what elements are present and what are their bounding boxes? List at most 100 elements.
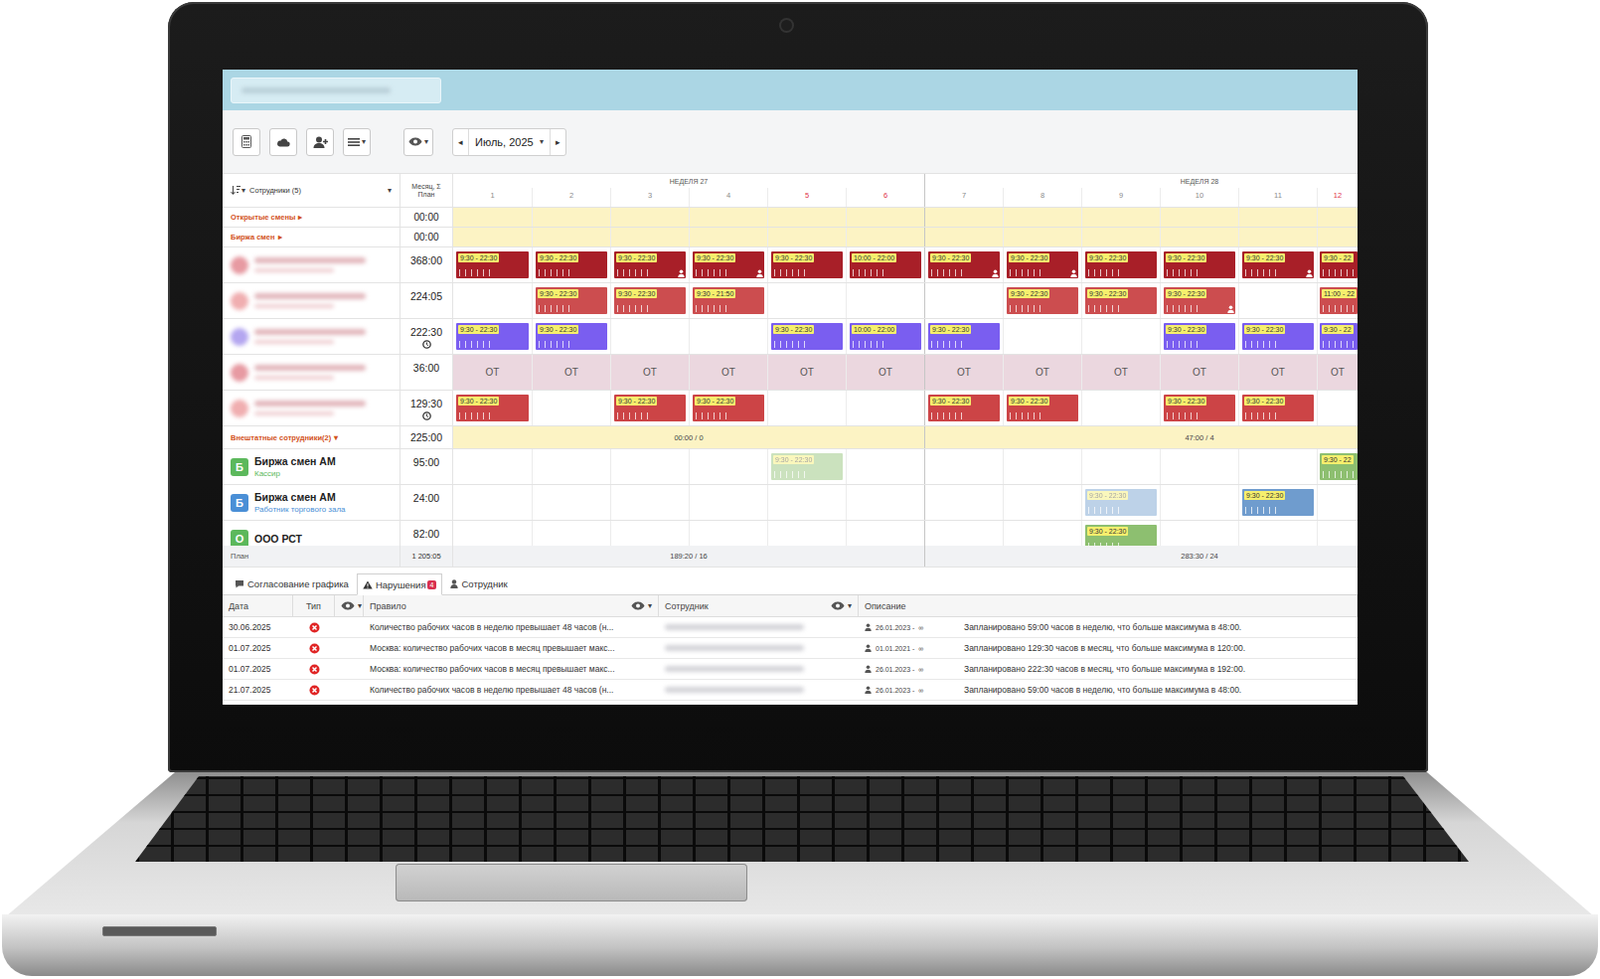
list-menu-button[interactable]: ▾ [342,128,371,157]
expand-arrow[interactable]: ▸ [278,232,283,242]
table-row[interactable]: 01.07.2025Москва: количество рабочих час… [222,658,1358,680]
shift[interactable]: 9:30 - 22:30 [614,394,686,422]
shift[interactable]: 9:30 - 22:30 [1006,287,1079,315]
column-visibility-button[interactable]: ▾ [334,595,364,617]
webcam [781,19,793,31]
view-menu-button[interactable]: ▾ [403,128,434,157]
blurred-employee-name [254,364,366,380]
day-number: 11 [1239,187,1317,204]
shift[interactable]: 9:30 - 22:30 [1006,251,1079,279]
shift[interactable]: 9:30 - 22:30 [1242,394,1314,422]
shift[interactable]: 9:30 - 22 [1319,251,1358,279]
column-header[interactable]: Описание [858,595,1358,617]
employees-filter-label[interactable]: Сотрудники (5) [249,185,384,195]
tab[interactable]: Сотрудник [444,572,513,595]
add-employee-button[interactable] [306,128,334,157]
shift[interactable]: 9:30 - 22:30 [1242,251,1314,279]
shift[interactable]: 9:30 - 22:30 [535,322,608,350]
shift[interactable]: 9:30 - 22:30 [614,287,686,315]
group-title[interactable]: Внештатные сотрудники(2) [230,433,331,443]
shift[interactable]: 9:30 - 22:30 [928,251,1000,279]
day-cell [610,207,689,227]
person-icon [1227,305,1235,314]
shift[interactable]: 9:30 - 22:30 [928,322,1000,350]
shift[interactable]: 9:30 - 22:30 [1163,322,1236,350]
blurred-employee-name [664,644,804,651]
external-group-label[interactable]: Внештатные сотрудники(2)▾ [222,426,401,449]
cloud-button[interactable] [269,128,298,157]
employee-name-cell[interactable] [222,319,401,354]
column-header[interactable]: Дата [222,595,294,617]
sort-button[interactable]: ▾ [230,184,246,196]
summary-label[interactable]: Открытые смены▸ [222,207,401,227]
employee-name-cell[interactable] [222,283,401,319]
day-cell [845,484,925,520]
employee-name-cell[interactable] [222,247,401,283]
shift[interactable]: 9:30 - 22:30 [1085,524,1157,546]
employee-name: Биржа смен АМ [254,490,346,503]
shift[interactable]: 9:30 - 22:30 [1163,394,1236,422]
column-header[interactable]: Сотрудник▾ [658,595,859,617]
employee-name-cell[interactable] [222,354,401,390]
shift[interactable]: 9:30 - 22:30 [1006,394,1079,422]
shift-fill: 9:30 - 22:30 [1006,287,1079,315]
shift[interactable]: 9:30 - 22 [1319,322,1358,350]
shift[interactable]: 9:30 - 22:30 [771,251,843,279]
shift[interactable]: 9:30 - 22:30 [456,251,529,279]
shift[interactable]: 9:30 - 22:30 [692,251,765,279]
caret[interactable]: ▾ [387,186,392,195]
shift[interactable]: 11:00 - 22 [1319,287,1358,315]
shift[interactable]: 9:30 - 22:30 [1085,287,1157,315]
shift[interactable]: 9:30 - 22:30 [1242,488,1314,516]
day-cell: 10:00 - 22:00 [845,247,925,283]
shift[interactable]: 9:30 - 22:30 [535,251,608,279]
month-select[interactable]: Июль, 2025▾ [468,129,551,156]
employee-row: 129:309:30 - 22:309:30 - 22:309:30 - 22:… [222,390,1358,427]
summary-label[interactable]: Биржа смен▸ [222,227,401,247]
summary-title[interactable]: Открытые смены [230,212,296,222]
employee-name-cell[interactable]: ББиржа смен АМРаботник торгового зала [222,484,401,520]
shift[interactable]: 10:00 - 22:00 [849,322,922,350]
day-cell [688,449,768,484]
employee-name-cell[interactable]: ОООО РСТ [222,520,401,546]
shift[interactable]: 9:30 - 22:30 [1242,322,1314,350]
employee-name-cell[interactable]: ББиржа смен АМКассир [222,449,401,484]
shift-time: 9:30 - 22:30 [773,455,814,465]
shift[interactable]: 9:30 - 22:30 [456,394,529,422]
next-month-button[interactable]: ▸ [550,129,566,156]
shift[interactable]: 9:30 - 22:30 [1085,488,1157,516]
shift[interactable]: 9:30 - 22:30 [1163,287,1236,315]
column-header[interactable]: Правило▾ [363,595,659,617]
previous-month-button[interactable]: ◂ [453,129,469,156]
employee-role: Работник торгового зала [254,504,346,514]
shift[interactable]: 9:30 - 22:30 [928,394,1000,422]
expand-arrow[interactable]: ▸ [298,212,303,222]
day-cell: 9:30 - 22 [1316,319,1358,354]
shift[interactable]: 10:00 - 22:00 [849,251,922,279]
shift[interactable]: 9:30 - 22:30 [771,453,843,480]
shift[interactable]: 9:30 - 21:50 [692,287,765,315]
shift[interactable]: 9:30 - 22:30 [456,322,529,350]
summary-title[interactable]: Биржа смен [230,232,276,242]
shift[interactable]: 9:30 - 22 [1319,453,1358,480]
table-row[interactable]: 01.07.2025Москва: количество рабочих час… [222,638,1358,659]
day-cell: 9:30 - 22:30 [688,390,768,426]
employee-name-cell[interactable] [222,390,401,426]
flag-slot [991,269,999,278]
calculator-button[interactable] [232,128,261,157]
table-row[interactable]: 30.06.2025Количество рабочих часов в нед… [222,617,1358,639]
column-header[interactable]: Тип [293,595,335,617]
caret[interactable]: ▾ [333,433,338,443]
shift[interactable]: 9:30 - 22:30 [535,287,608,315]
shift[interactable]: 9:30 - 22:30 [1085,251,1157,279]
shift[interactable]: 9:30 - 22:30 [692,394,765,422]
blurred-line [254,375,334,380]
table-row[interactable]: 21.07.2025Количество рабочих часов в нед… [222,679,1358,701]
shift[interactable]: 9:30 - 22:30 [614,251,686,279]
tab[interactable]: Согласование графика [228,572,355,595]
blurred-line [254,364,366,371]
tab[interactable]: Нарушения4 [356,573,444,596]
shift[interactable]: 9:30 - 22:30 [1163,251,1236,279]
shift[interactable]: 9:30 - 22:30 [771,322,843,350]
location-field[interactable] [230,77,442,104]
